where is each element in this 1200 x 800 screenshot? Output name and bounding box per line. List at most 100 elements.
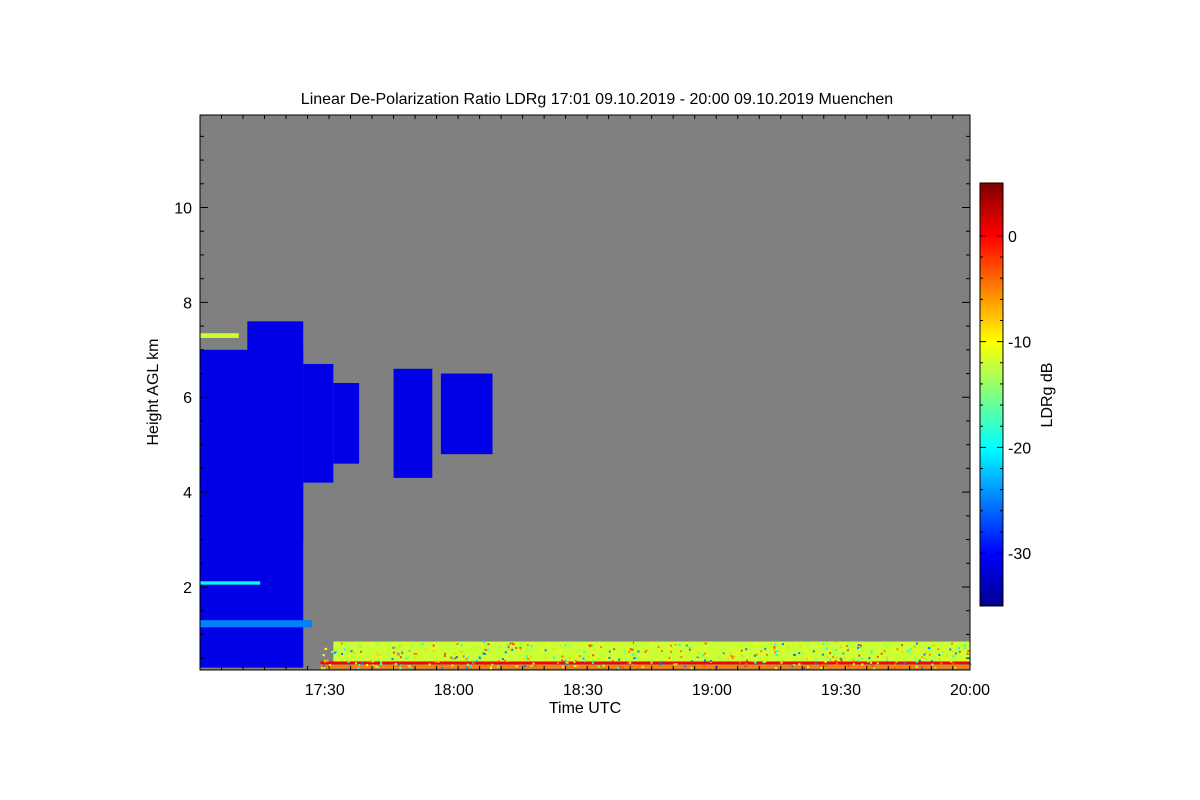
speckle — [578, 653, 581, 656]
speckle — [745, 648, 748, 651]
speckle — [822, 642, 825, 645]
speckle — [528, 649, 531, 652]
speckle — [587, 656, 590, 659]
speckle — [718, 649, 721, 652]
speckle — [661, 650, 664, 653]
speckle — [451, 664, 454, 667]
speckle — [658, 663, 661, 666]
speckle — [507, 643, 510, 646]
speckle — [414, 656, 417, 659]
speckle — [780, 661, 783, 664]
speckle — [504, 660, 507, 663]
speckle — [455, 656, 458, 659]
y-tick-label: 8 — [183, 295, 192, 312]
speckle — [729, 652, 732, 655]
speckle — [621, 666, 624, 669]
speckle — [852, 642, 855, 645]
speckle — [853, 658, 856, 661]
speckle — [413, 652, 416, 655]
speckle — [486, 648, 489, 651]
speckle — [371, 660, 374, 663]
speckle — [617, 666, 620, 669]
speckle — [775, 650, 778, 653]
speckle — [814, 658, 817, 661]
speckle — [799, 645, 802, 648]
speckle — [532, 662, 535, 665]
speckle — [696, 658, 699, 661]
y-tick-label: 4 — [183, 485, 192, 502]
speckle — [504, 645, 507, 648]
speckle — [588, 644, 591, 647]
speckle — [895, 660, 898, 663]
speckle — [731, 645, 734, 648]
speckle — [578, 655, 581, 658]
speckle — [460, 644, 463, 647]
speckle — [852, 663, 855, 666]
speckle — [576, 650, 579, 653]
speckle — [608, 656, 611, 659]
speckle — [544, 649, 547, 652]
speckle — [886, 659, 889, 662]
speckle — [350, 650, 353, 653]
speckle — [903, 662, 906, 665]
speckle — [512, 642, 515, 645]
speckle — [347, 661, 350, 664]
speckle — [557, 662, 560, 665]
speckle — [862, 656, 865, 659]
speckle — [561, 665, 564, 668]
speckle — [697, 651, 700, 654]
speckle — [484, 664, 487, 667]
speckle — [798, 663, 801, 666]
speckle — [669, 644, 672, 647]
speckle — [882, 643, 885, 646]
speckle — [469, 664, 472, 667]
speckle — [358, 664, 361, 667]
speckle — [337, 659, 340, 662]
speckle — [839, 657, 842, 660]
speckle — [914, 656, 917, 659]
speckle — [361, 661, 364, 664]
speckle — [668, 656, 671, 659]
speckle — [634, 657, 637, 660]
speckle — [444, 642, 447, 645]
speckle — [727, 657, 730, 660]
speckle — [915, 660, 918, 663]
speckle — [322, 654, 325, 657]
speckle — [701, 654, 704, 657]
speckle — [566, 661, 569, 664]
speckle — [623, 652, 626, 655]
colorbar — [979, 182, 1004, 607]
speckle — [499, 645, 502, 648]
speckle — [657, 666, 660, 669]
speckle — [461, 650, 464, 653]
speckle — [478, 656, 481, 659]
speckle — [506, 659, 509, 662]
speckle — [421, 643, 424, 646]
speckle — [749, 652, 752, 655]
speckle — [888, 659, 891, 662]
speckle — [836, 662, 839, 665]
speckle — [901, 650, 904, 653]
speckle — [781, 649, 784, 652]
speckle — [519, 647, 522, 650]
speckle — [925, 651, 928, 654]
speckle — [348, 655, 351, 658]
speckle — [821, 653, 824, 656]
speckle — [832, 649, 835, 652]
speckle — [921, 666, 924, 669]
x-tick-label: 20:00 — [950, 682, 990, 699]
speckle — [894, 663, 897, 666]
speckle — [541, 648, 544, 651]
speckle — [411, 645, 414, 648]
speckle — [409, 650, 412, 653]
speckle — [324, 660, 327, 663]
speckle — [848, 647, 851, 650]
speckle — [343, 648, 346, 651]
speckle — [704, 642, 707, 645]
speckle — [763, 664, 766, 667]
speckle — [591, 661, 594, 664]
speckle — [923, 653, 926, 656]
speckle — [834, 659, 837, 662]
speckle — [391, 649, 394, 652]
speckle — [847, 643, 850, 646]
